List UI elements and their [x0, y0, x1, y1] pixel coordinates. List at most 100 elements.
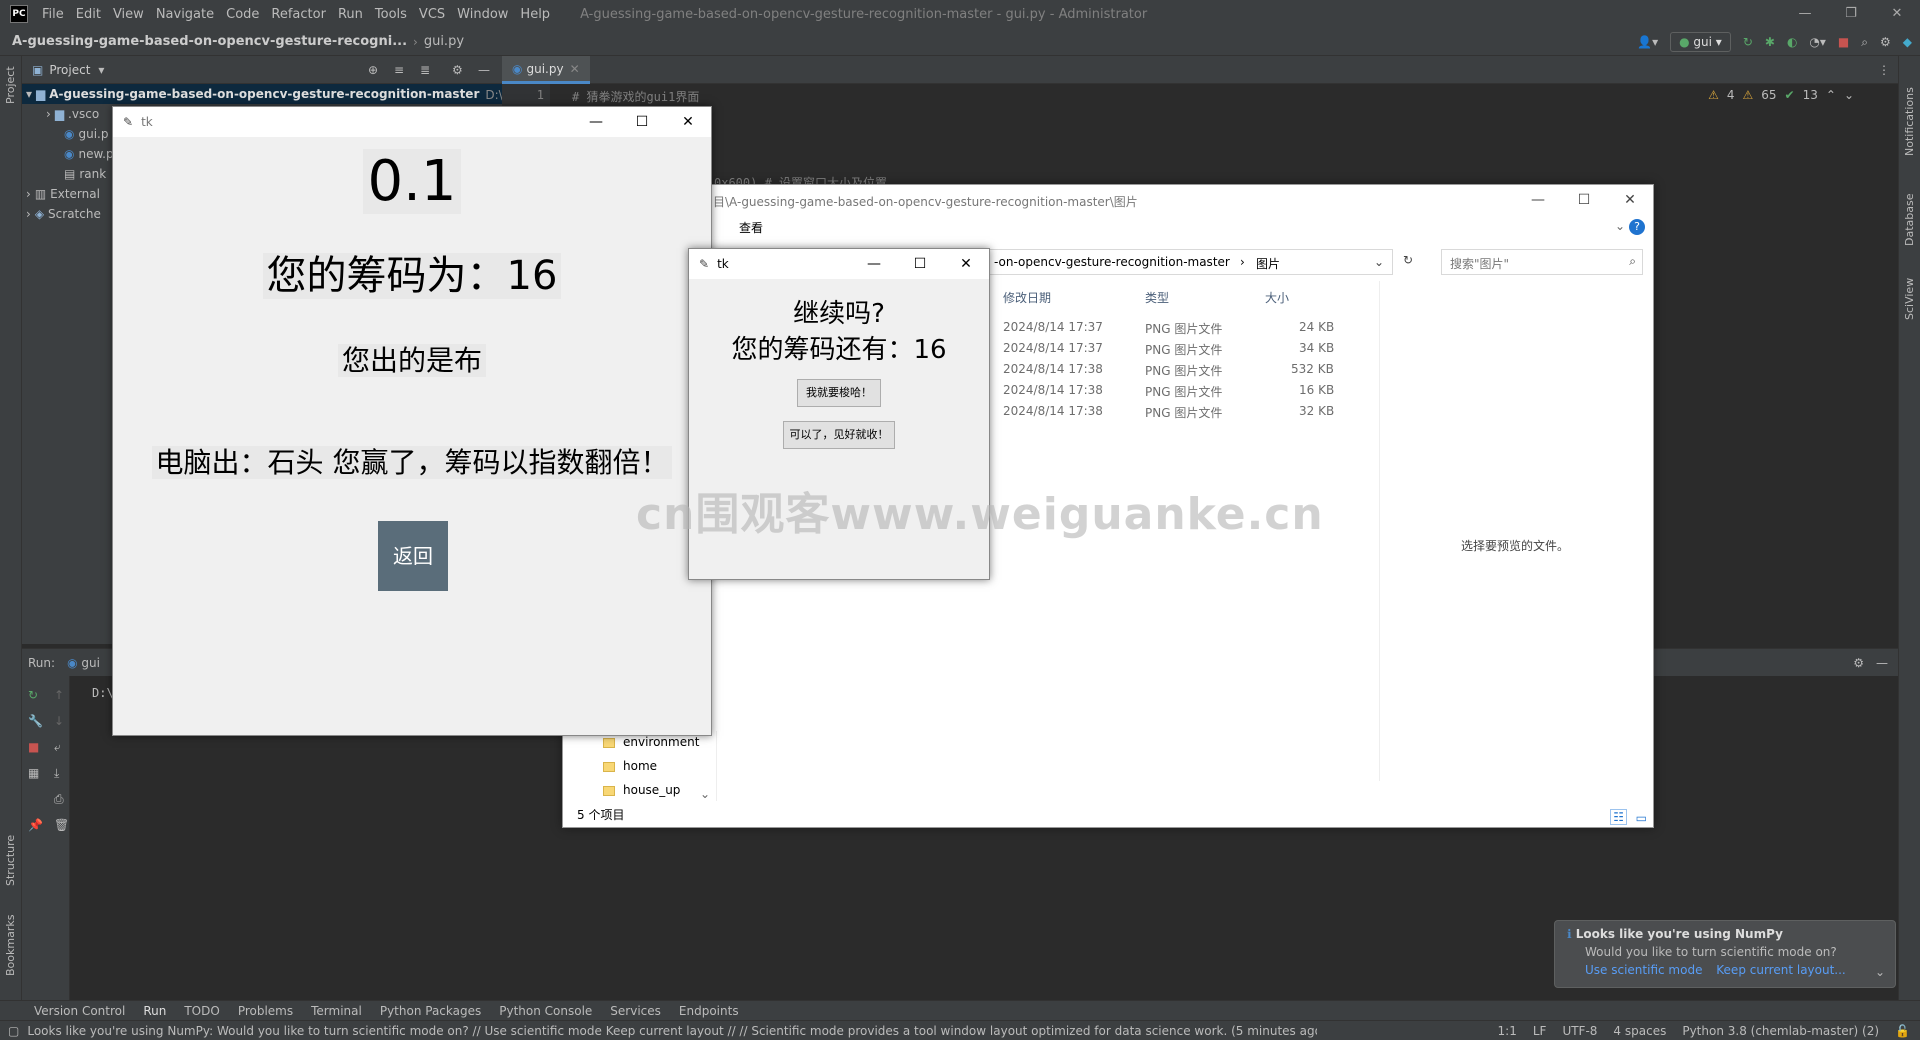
close-icon[interactable]: ✕ [943, 249, 989, 279]
project-panel-title[interactable]: Project [49, 63, 90, 77]
tool-python-packages[interactable]: Python Packages [380, 1004, 481, 1018]
arrow-down-icon[interactable]: ↓ [54, 714, 64, 728]
tool-problems[interactable]: Problems [238, 1004, 293, 1018]
tool-bookmarks[interactable]: Bookmarks [4, 915, 17, 976]
use-scientific-mode-link[interactable]: Use scientific mode [1585, 963, 1702, 977]
chevron-down-icon[interactable]: ▾ [98, 63, 104, 77]
hide-icon[interactable]: — [1876, 656, 1888, 670]
trash-icon[interactable]: 🗑 [54, 818, 69, 832]
tool-sciview[interactable]: SciView [1903, 278, 1916, 320]
tool-structure[interactable]: Structure [4, 835, 17, 886]
minimize-icon[interactable]: — [1782, 0, 1828, 28]
chevron-down-icon[interactable]: ⌄ [1844, 88, 1854, 102]
menu-help[interactable]: Help [514, 7, 556, 22]
menu-code[interactable]: Code [220, 7, 265, 22]
menu-edit[interactable]: Edit [70, 7, 107, 22]
debug-icon[interactable]: ✱ [1765, 35, 1775, 49]
menu-window[interactable]: Window [451, 7, 514, 22]
breadcrumb-project[interactable]: A-guessing-game-based-on-opencv-gesture-… [12, 34, 407, 49]
menu-tools[interactable]: Tools [369, 7, 413, 22]
tool-todo[interactable]: TODO [184, 1004, 219, 1018]
menu-view[interactable]: View [107, 7, 150, 22]
scroll-down-icon[interactable]: ⌄ [700, 787, 710, 801]
menu-navigate[interactable]: Navigate [150, 7, 220, 22]
minimize-icon[interactable]: — [851, 249, 897, 279]
tab-run-gui[interactable]: ◉ gui [67, 656, 100, 670]
file-encoding[interactable]: UTF-8 [1562, 1024, 1597, 1038]
tool-database[interactable]: Database [1903, 194, 1916, 247]
gear-icon[interactable]: ⚙ [452, 63, 463, 77]
close-icon[interactable]: ✕ [1874, 0, 1920, 28]
minimize-icon[interactable]: — [1515, 185, 1561, 215]
scroll-end-icon[interactable]: ⤓ [54, 766, 59, 781]
menu-vcs[interactable]: VCS [413, 7, 451, 22]
stop-icon[interactable]: ■ [28, 740, 39, 754]
ribbon-view-tab[interactable]: 查看 [739, 219, 763, 236]
tool-terminal[interactable]: Terminal [311, 1004, 362, 1018]
maximize-icon[interactable]: ☐ [897, 249, 943, 279]
wrench-icon[interactable]: 🔧 [28, 714, 43, 728]
nav-folder[interactable]: house_up [563, 779, 716, 803]
close-icon[interactable]: ✕ [570, 62, 580, 76]
search-box[interactable]: 搜索"图片" ⌕ [1441, 249, 1643, 275]
more-icon[interactable]: ⋮ [1878, 63, 1890, 77]
close-icon[interactable]: ✕ [1607, 185, 1653, 215]
rerun-icon[interactable]: ↻ [1743, 35, 1753, 49]
help-icon[interactable]: ? [1629, 219, 1645, 235]
soft-wrap-icon[interactable]: ⤶ [54, 740, 61, 755]
search-icon[interactable]: ⌕ [1861, 35, 1868, 50]
menu-file[interactable]: File [36, 7, 70, 22]
menu-refactor[interactable]: Refactor [265, 7, 332, 22]
chevron-up-icon[interactable]: ⌃ [1826, 88, 1836, 102]
layout-icon[interactable]: ▦ [28, 766, 39, 780]
maximize-icon[interactable]: ☐ [619, 107, 665, 137]
python-interpreter[interactable]: Python 3.8 (chemlab-master) (2) [1682, 1024, 1879, 1038]
tool-services[interactable]: Services [610, 1004, 661, 1018]
tool-project[interactable]: Project [4, 66, 17, 104]
chevron-down-icon[interactable]: ⌄ [1374, 255, 1384, 269]
tool-run[interactable]: Run [143, 1004, 166, 1018]
tool-python-console[interactable]: Python Console [499, 1004, 592, 1018]
stop-icon[interactable]: ■ [1838, 35, 1849, 49]
column-size[interactable]: 大小 [1265, 289, 1289, 306]
lock-icon[interactable]: 🔓 [1895, 1024, 1910, 1038]
collapse-all-icon[interactable]: ≣ [420, 63, 430, 77]
arrow-up-icon[interactable]: ↑ [54, 688, 64, 702]
tool-endpoints[interactable]: Endpoints [679, 1004, 739, 1018]
line-separator[interactable]: LF [1533, 1024, 1547, 1038]
inspection-widget[interactable]: ⚠ 4 ⚠ 65 ✔ 13 ⌃ ⌄ [1708, 88, 1854, 102]
gear-icon[interactable]: ⚙ [1853, 656, 1864, 670]
minimize-icon[interactable]: — [573, 107, 619, 137]
quit-while-ahead-button[interactable]: 可以了，见好就收！ [783, 421, 895, 449]
tree-root[interactable]: ▾ ▆ A-guessing-game-based-on-opencv-gest… [22, 84, 515, 104]
column-date[interactable]: 修改日期 [1003, 289, 1051, 306]
column-type[interactable]: 类型 [1145, 289, 1169, 306]
back-button[interactable]: 返回 [378, 521, 448, 591]
expand-all-icon[interactable]: ≡ [394, 63, 404, 77]
caret-position[interactable]: 1:1 [1498, 1024, 1517, 1038]
chevron-down-icon[interactable]: ⌄ [1615, 219, 1625, 233]
keep-current-layout-link[interactable]: Keep current layout... [1716, 963, 1845, 977]
close-icon[interactable]: ✕ [665, 107, 711, 137]
restore-icon[interactable]: ❐ [1828, 0, 1874, 28]
coverage-icon[interactable]: ◐ [1787, 35, 1797, 49]
maximize-icon[interactable]: ☐ [1561, 185, 1607, 215]
pin-icon[interactable]: 📌 [28, 818, 43, 832]
nav-folder[interactable]: home [563, 755, 716, 779]
breadcrumb-file[interactable]: gui.py [424, 34, 464, 49]
locate-icon[interactable]: ⊕ [368, 63, 378, 77]
user-icon[interactable]: 👤▾ [1637, 35, 1658, 49]
profile-icon[interactable]: ◔▾ [1809, 35, 1826, 49]
hide-icon[interactable]: — [478, 63, 490, 77]
chevron-down-icon[interactable]: ⌄ [1875, 965, 1885, 979]
large-icons-view-icon[interactable]: ▭ [1636, 811, 1647, 825]
tool-notifications[interactable]: Notifications [1903, 87, 1916, 156]
gear-icon[interactable]: ⚙ [1880, 35, 1891, 49]
tool-version-control[interactable]: Version Control [34, 1004, 125, 1018]
print-icon[interactable]: ⎙ [54, 792, 64, 807]
run-config-select[interactable]: ● gui ▾ [1670, 32, 1731, 52]
all-in-button[interactable]: 我就要梭哈！ [797, 379, 881, 407]
details-view-icon[interactable]: ☷ [1610, 809, 1627, 825]
indent-setting[interactable]: 4 spaces [1613, 1024, 1666, 1038]
status-message[interactable]: Looks like you're using NumPy: Would you… [27, 1024, 1317, 1038]
